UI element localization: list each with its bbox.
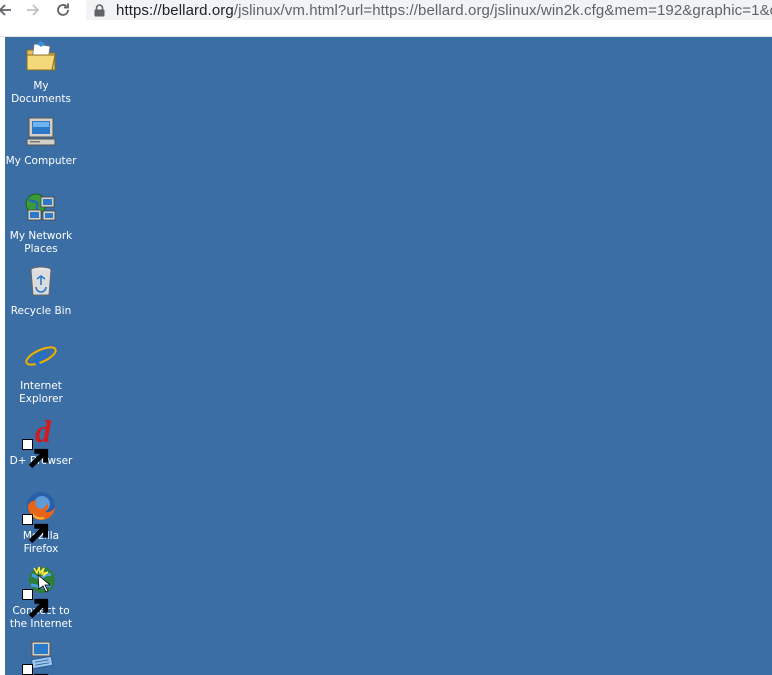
desktop[interactable]: My Documents My Computer My Network Plac… (5, 37, 772, 675)
my-documents-icon (24, 40, 58, 74)
icon-label: Internet Explorer (19, 380, 63, 405)
icon-label: Recycle Bin (10, 305, 72, 317)
recycle-bin-icon (24, 265, 58, 299)
shortcut-arrow-icon (22, 439, 49, 469)
desktop-icon-connect-to-internet[interactable]: Connect to the Internet (5, 565, 77, 631)
keyboard-app-icon (22, 640, 58, 675)
shortcut-arrow-icon (22, 664, 49, 675)
d-plus-browser-icon: d (22, 415, 58, 469)
internet-explorer-icon: e (24, 340, 58, 374)
connect-internet-icon (22, 565, 58, 619)
icon-label: My Computer (5, 155, 77, 167)
back-arrow-icon (0, 4, 11, 16)
my-network-places-icon (24, 190, 58, 224)
desktop-icon-my-computer[interactable]: My Computer (5, 115, 77, 168)
desktop-icon-my-documents[interactable]: My Documents (5, 40, 77, 106)
my-computer-icon (24, 115, 58, 149)
icon-label: My Network Places (9, 230, 73, 255)
desktop-icon-keyboard-app[interactable] (5, 640, 77, 675)
url-text: https://bellard.org/jslinux/vm.html?url=… (116, 2, 772, 19)
desktop-icon-my-network-places[interactable]: My Network Places (5, 190, 77, 256)
svg-text:e: e (34, 340, 47, 373)
firefox-icon (22, 490, 58, 544)
shortcut-arrow-icon (22, 589, 49, 619)
url-path: /jslinux/vm.html?url=https://bellard.org… (233, 1, 772, 19)
desktop-icon-recycle-bin[interactable]: Recycle Bin (5, 265, 77, 318)
reload-icon (57, 3, 69, 16)
forward-button[interactable] (22, 0, 44, 20)
icon-label: My Documents (11, 80, 71, 105)
url-host: https://bellard.org (116, 1, 234, 19)
reload-button[interactable] (52, 0, 74, 20)
desktop-icon-internet-explorer[interactable]: e Internet Explorer (5, 340, 77, 406)
desktop-icon-d-plus-browser[interactable]: d D+ Browser (5, 415, 77, 469)
lock-icon (94, 3, 105, 17)
desktop-icon-mozilla-firefox[interactable]: Mozilla Firefox (5, 490, 77, 556)
shortcut-arrow-icon (22, 514, 49, 544)
browser-toolbar: https://bellard.org/jslinux/vm.html?url=… (0, 0, 772, 37)
address-bar[interactable]: https://bellard.org/jslinux/vm.html?url=… (86, 0, 772, 20)
back-button[interactable] (0, 0, 16, 20)
forward-arrow-icon (27, 4, 40, 16)
